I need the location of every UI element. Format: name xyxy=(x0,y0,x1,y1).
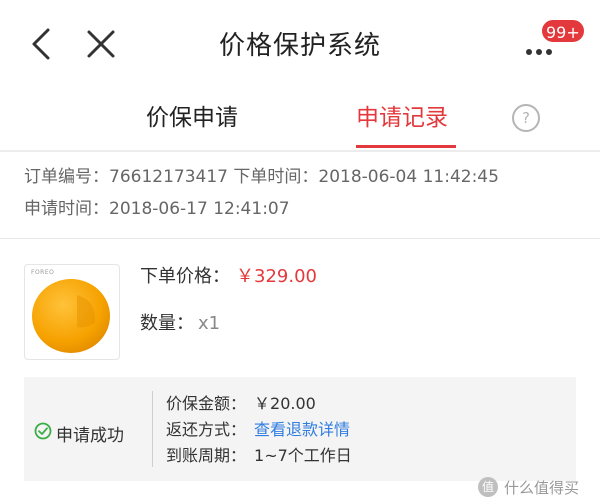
order-no-label: 订单编号： xyxy=(24,167,109,187)
tab-bar: 价保申请 申请记录 ? xyxy=(0,86,600,150)
order-time-label: 下单时间： xyxy=(233,167,319,187)
divider xyxy=(152,391,153,467)
watermark-logo: 值 xyxy=(478,477,498,497)
refund-period-value: 1~7个工作日 xyxy=(254,446,352,465)
order-info-line: 订单编号：76612173417 下单时间：2018-06-04 11:42:4… xyxy=(24,166,499,198)
refund-details: 价保金额： ￥20.00 返还方式： 查看退款详情 到账周期： 1~7个工作日 xyxy=(166,393,352,471)
price-value: ￥329.00 xyxy=(236,266,317,287)
check-circle-icon xyxy=(34,422,52,440)
tab-apply-records[interactable]: 申请记录 xyxy=(356,98,448,132)
tab-price-protect-apply[interactable]: 价保申请 xyxy=(146,98,238,132)
order-meta: 订单编号：76612173417 下单时间：2018-06-04 11:42:4… xyxy=(24,166,499,230)
refund-method-line: 返还方式： 查看退款详情 xyxy=(166,419,352,445)
quantity-label: 数量： xyxy=(140,313,194,334)
foreo-device-image xyxy=(32,279,110,353)
watermark-text: 什么值得买 xyxy=(504,479,580,497)
divider xyxy=(0,238,600,239)
quantity-value: x1 xyxy=(198,313,221,334)
apply-time-value: 2018-06-17 12:41:07 xyxy=(109,199,290,219)
refund-method-label: 返还方式： xyxy=(166,420,247,439)
order-time-value: 2018-06-04 11:42:45 xyxy=(318,167,499,187)
order-no-value: 76612173417 xyxy=(109,167,228,187)
notification-badge: 99+ xyxy=(540,18,586,44)
price-line: 下单价格： ￥329.00 xyxy=(140,264,317,312)
refund-result-card: 申请成功 价保金额： ￥20.00 返还方式： 查看退款详情 到账周期： 1~7个工作… xyxy=(24,377,576,481)
refund-details-link[interactable]: 查看退款详情 xyxy=(254,420,350,439)
refund-period-line: 到账周期： 1~7个工作日 xyxy=(166,445,352,471)
refund-amount-line: 价保金额： ￥20.00 xyxy=(166,393,352,419)
product-info: 下单价格： ￥329.00 数量： x1 xyxy=(140,264,317,336)
apply-time-label: 申请时间： xyxy=(24,199,109,219)
active-tab-indicator xyxy=(356,145,456,148)
refund-amount-label: 价保金额： xyxy=(166,394,247,413)
brand-logo-text: FOREO xyxy=(31,269,55,276)
quantity-line: 数量： x1 xyxy=(140,312,317,336)
help-icon[interactable]: ? xyxy=(512,104,540,132)
refund-amount-value: ￥20.00 xyxy=(254,394,316,413)
price-label: 下单价格： xyxy=(140,266,230,287)
status-text: 申请成功 xyxy=(56,426,124,446)
refund-period-label: 到账周期： xyxy=(166,446,247,465)
page-title: 价格保护系统 xyxy=(218,31,381,61)
top-nav-bar: 价格保护系统 99+ xyxy=(0,0,600,86)
divider xyxy=(0,150,600,152)
apply-time-line: 申请时间：2018-06-17 12:41:07 xyxy=(24,198,499,230)
product-image[interactable]: FOREO xyxy=(24,264,120,360)
